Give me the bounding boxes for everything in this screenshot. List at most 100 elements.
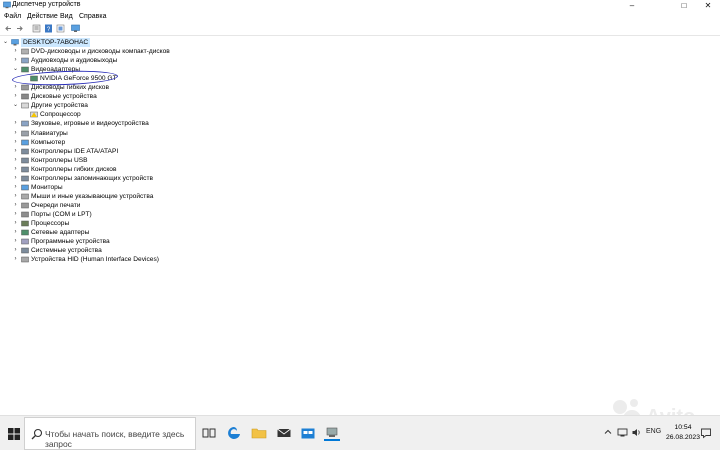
expand-icon[interactable]: › [12, 165, 19, 174]
tree-item-label: Очереди печати [31, 201, 81, 209]
tree-item-label: Звуковые, игровые и видеоустройства [31, 120, 149, 128]
expand-icon[interactable]: › [12, 138, 19, 147]
computer-icon [21, 139, 29, 145]
tree-item-label: Другие устройства [31, 102, 88, 110]
tree-category[interactable]: › Компьютер [12, 138, 272, 147]
tree-category[interactable]: › Контроллеры USB [12, 156, 272, 165]
dvd-drive-icon [21, 48, 29, 55]
properties-icon[interactable] [32, 24, 41, 33]
close-button[interactable]: ✕ [695, 0, 720, 11]
tree-category[interactable]: › Звуковые, игровые и видеоустройства [12, 119, 272, 128]
expand-icon[interactable]: › [12, 255, 19, 264]
help-icon[interactable]: ? [44, 24, 53, 33]
tree-category[interactable]: › Контроллеры гибких дисков [12, 165, 272, 174]
tree-category[interactable]: › Сетевые адаптеры [12, 228, 272, 237]
tree-device[interactable]: Сопроцессор [21, 110, 281, 119]
device-manager-app-icon [3, 1, 11, 9]
keyboard-icon [21, 130, 29, 136]
expand-icon[interactable]: › [12, 219, 19, 228]
mouse-icon [21, 193, 29, 200]
tree-category[interactable]: › Программные устройства [12, 237, 272, 246]
device-manager-taskbar-icon[interactable] [324, 425, 340, 441]
expand-icon[interactable]: › [12, 129, 19, 138]
printer-icon [21, 202, 29, 209]
tree-category[interactable]: › Дисковые устройства [12, 92, 272, 101]
tree-category[interactable]: › Мыши и иные указывающие устройства [12, 192, 272, 201]
menu-help[interactable]: Справка [79, 13, 106, 20]
tree-root[interactable]: ⌄ DESKTOP-7ABOHAC [2, 38, 202, 47]
tree-category[interactable]: › Порты (COM и LPT) [12, 210, 272, 219]
tree-category[interactable]: › Контроллеры IDE ATA/ATAPI [12, 147, 272, 156]
minimize-button[interactable]: – [619, 0, 645, 11]
tree-item-label: Клавиатуры [31, 129, 68, 137]
expand-icon[interactable]: › [12, 192, 19, 201]
edge-icon[interactable] [226, 425, 242, 441]
tree-category[interactable]: › Аудиовходы и аудиовыходы [12, 56, 272, 65]
expand-icon[interactable]: › [12, 119, 19, 128]
tree-category[interactable]: › Мониторы [12, 183, 272, 192]
taskbar: Чтобы начать поиск, введите здесь запрос… [0, 415, 720, 450]
expand-icon[interactable]: › [12, 237, 19, 246]
tree-category[interactable]: › Системные устройства [12, 246, 272, 255]
tree-category[interactable]: › Контроллеры запоминающих устройств [12, 174, 272, 183]
menu-bar: Файл Действие Вид Справка [0, 11, 720, 22]
expand-icon[interactable]: › [12, 92, 19, 101]
forward-icon[interactable] [15, 24, 24, 33]
collapse-icon[interactable]: ⌄ [12, 101, 19, 110]
taskbar-clock[interactable]: 10:54 26.08.2023 [666, 423, 700, 443]
collapse-icon[interactable]: ⌄ [12, 65, 19, 74]
expand-icon[interactable]: › [12, 210, 19, 219]
tree-category[interactable]: ⌄ Другие устройства [12, 101, 272, 110]
expand-icon[interactable]: › [12, 183, 19, 192]
tree-item-label: DVD-дисководы и дисководы компакт-дисков [31, 48, 170, 56]
floppy-drive-icon [21, 85, 29, 91]
tree-category[interactable]: › Процессоры [12, 219, 272, 228]
menu-action[interactable]: Действие [27, 13, 58, 20]
mail-icon[interactable] [276, 425, 292, 441]
expand-icon[interactable]: › [12, 174, 19, 183]
tree-item-label: Контроллеры IDE ATA/ATAPI [31, 147, 119, 155]
expand-icon[interactable]: › [12, 56, 19, 65]
menu-view[interactable]: Вид [60, 13, 73, 20]
tree-item-label: Программные устройства [31, 238, 110, 246]
maximize-button[interactable]: □ [671, 0, 697, 11]
collapse-icon[interactable]: ⌄ [2, 38, 9, 47]
expand-icon[interactable]: › [12, 147, 19, 156]
search-icon [31, 428, 43, 440]
expand-icon[interactable]: › [12, 83, 19, 92]
speaker-icon [21, 57, 29, 64]
display-adapter-icon [21, 66, 29, 73]
tree-category[interactable]: › Очереди печати [12, 201, 272, 210]
volume-icon[interactable] [631, 427, 642, 438]
speaker-icon [21, 121, 29, 127]
tree-category[interactable]: › Клавиатуры [12, 129, 272, 138]
monitor-icon[interactable] [71, 24, 80, 33]
expand-icon[interactable]: › [12, 228, 19, 237]
expand-icon[interactable]: › [12, 47, 19, 56]
taskbar-search-box[interactable]: Чтобы начать поиск, введите здесь запрос [24, 417, 196, 450]
clock-date: 26.08.2023 [665, 434, 700, 441]
properties-sheet-icon[interactable] [56, 24, 65, 33]
tree-item-label: Устройства HID (Human Interface Devices) [31, 256, 159, 264]
task-view-icon[interactable] [201, 425, 217, 441]
port-icon [21, 211, 29, 218]
tree-category[interactable]: › DVD-дисководы и дисководы компакт-диско… [12, 47, 272, 56]
language-indicator[interactable]: ENG [646, 428, 661, 435]
tree-category[interactable]: › Устройства HID (Human Interface Devices… [12, 255, 272, 264]
toolbar: ? [0, 22, 720, 36]
file-explorer-icon[interactable] [251, 425, 267, 441]
expand-icon[interactable]: › [12, 246, 19, 255]
warning-device-icon [30, 112, 38, 118]
software-device-icon [21, 238, 29, 245]
notifications-icon[interactable] [700, 427, 712, 439]
store-icon[interactable] [300, 425, 316, 441]
title-bar: Диспетчер устройств – □ ✕ [0, 0, 720, 11]
network-icon[interactable] [617, 427, 628, 438]
windows-start-icon[interactable] [8, 428, 20, 440]
expand-icon[interactable]: › [12, 156, 19, 165]
tree-item-label: Контроллеры гибких дисков [31, 165, 117, 173]
chevron-up-icon[interactable] [603, 427, 613, 437]
expand-icon[interactable]: › [12, 201, 19, 210]
back-icon[interactable] [4, 24, 13, 33]
menu-file[interactable]: Файл [4, 13, 21, 20]
